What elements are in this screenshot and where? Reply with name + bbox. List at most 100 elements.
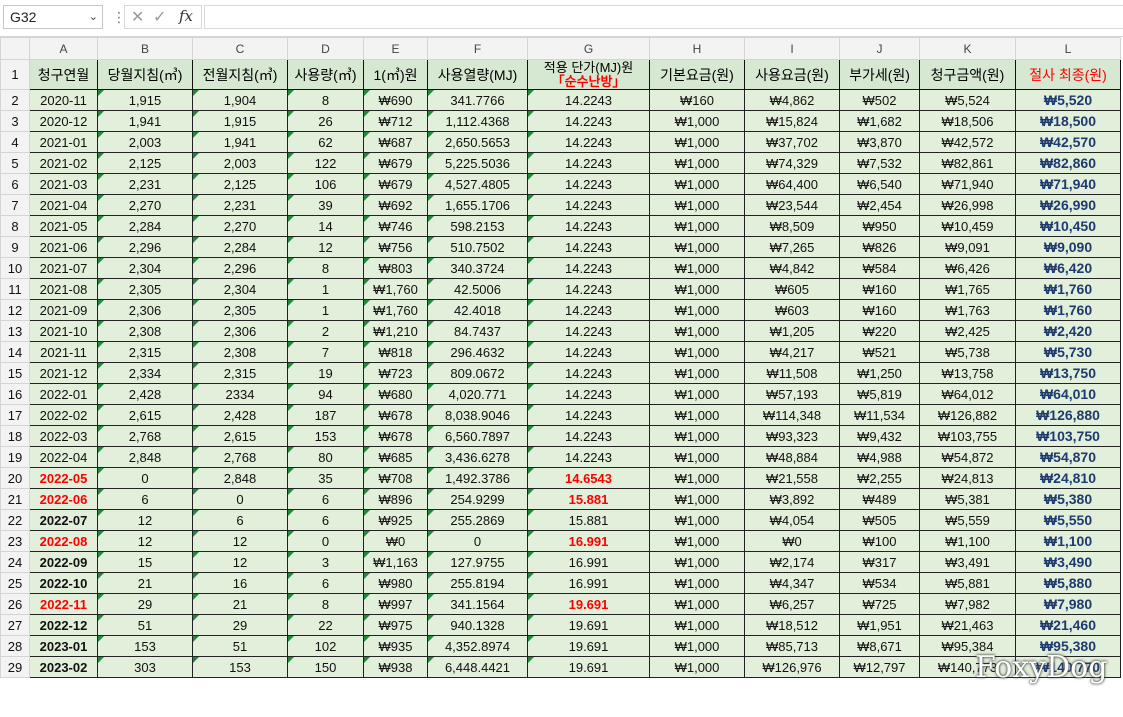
cell-e[interactable]: ₩896	[363, 488, 428, 510]
cell-c[interactable]: 2,003	[192, 152, 288, 174]
cell-e[interactable]: ₩818	[363, 341, 428, 363]
cell-j[interactable]: ₩584	[839, 257, 920, 279]
row-header[interactable]: 9	[0, 236, 30, 258]
cell-g[interactable]: 14.2243	[527, 194, 650, 216]
cell-a[interactable]: 2023-01	[29, 635, 98, 657]
cell-b[interactable]: 51	[97, 614, 193, 636]
cell-c[interactable]: 2,296	[192, 257, 288, 279]
cell-h[interactable]: ₩1,000	[649, 446, 745, 468]
cell-a[interactable]: 2021-12	[29, 362, 98, 384]
row-header[interactable]: 13	[0, 320, 30, 342]
cell-d[interactable]: 62	[287, 131, 364, 153]
cell-e[interactable]: ₩1,210	[363, 320, 428, 342]
cell-k[interactable]: ₩126,882	[919, 404, 1016, 426]
cell-f[interactable]: 2,650.5653	[427, 131, 528, 153]
cell-h[interactable]: ₩1,000	[649, 194, 745, 216]
cell-j[interactable]: ₩534	[839, 572, 920, 594]
cell-h[interactable]: ₩1,000	[649, 530, 745, 552]
cell-a[interactable]: 2022-07	[29, 509, 98, 531]
cell-j[interactable]: ₩9,432	[839, 425, 920, 447]
cell-k[interactable]: ₩5,881	[919, 572, 1016, 594]
cell-b[interactable]: 2,334	[97, 362, 193, 384]
cell-h[interactable]: ₩1,000	[649, 551, 745, 573]
cell-a[interactable]: 2022-06	[29, 488, 98, 510]
cell-g[interactable]: 15.881	[527, 509, 650, 531]
cell-b[interactable]: 2,231	[97, 173, 193, 195]
cell-h[interactable]: ₩1,000	[649, 131, 745, 153]
cell-c[interactable]: 153	[192, 656, 288, 678]
cell-f[interactable]: 42.4018	[427, 299, 528, 321]
select-all-corner[interactable]	[0, 37, 30, 60]
row-header[interactable]: 22	[0, 509, 30, 531]
cell-i[interactable]: ₩37,702	[744, 131, 840, 153]
header-cell-e[interactable]: 1(㎥)원	[363, 59, 428, 90]
cell-g[interactable]: 14.2243	[527, 236, 650, 258]
cell-d[interactable]: 6	[287, 572, 364, 594]
fx-icon[interactable]: fx	[179, 7, 193, 25]
cell-j[interactable]: ₩505	[839, 509, 920, 531]
cell-h[interactable]: ₩1,000	[649, 341, 745, 363]
cell-c[interactable]: 2,848	[192, 467, 288, 489]
cell-b[interactable]: 2,304	[97, 257, 193, 279]
cell-c[interactable]: 51	[192, 635, 288, 657]
cell-l[interactable]: ₩24,810	[1015, 467, 1121, 489]
row-header[interactable]: 3	[0, 110, 30, 132]
cell-b[interactable]: 2,125	[97, 152, 193, 174]
cell-e[interactable]: ₩687	[363, 131, 428, 153]
cell-a[interactable]: 2022-08	[29, 530, 98, 552]
cell-l[interactable]: ₩18,500	[1015, 110, 1121, 132]
row-header[interactable]: 4	[0, 131, 30, 153]
cell-d[interactable]: 187	[287, 404, 364, 426]
cell-h[interactable]: ₩1,000	[649, 278, 745, 300]
cell-i[interactable]: ₩21,558	[744, 467, 840, 489]
cell-j[interactable]: ₩12,797	[839, 656, 920, 678]
header-cell-h[interactable]: 기본요금(원)	[649, 59, 745, 90]
cell-a[interactable]: 2020-12	[29, 110, 98, 132]
cell-l[interactable]: ₩71,940	[1015, 173, 1121, 195]
cell-i[interactable]: ₩85,713	[744, 635, 840, 657]
cell-j[interactable]: ₩8,671	[839, 635, 920, 657]
header-cell-k[interactable]: 청구금액(원)	[919, 59, 1016, 90]
cell-d[interactable]: 3	[287, 551, 364, 573]
cell-a[interactable]: 2021-07	[29, 257, 98, 279]
cell-j[interactable]: ₩160	[839, 299, 920, 321]
cell-c[interactable]: 16	[192, 572, 288, 594]
column-header-j[interactable]: J	[839, 37, 920, 60]
cell-h[interactable]: ₩1,000	[649, 488, 745, 510]
cell-h[interactable]: ₩1,000	[649, 152, 745, 174]
cell-c[interactable]: 2,284	[192, 236, 288, 258]
cell-g[interactable]: 14.2243	[527, 278, 650, 300]
cell-d[interactable]: 39	[287, 194, 364, 216]
column-header-g[interactable]: G	[527, 37, 650, 60]
cell-d[interactable]: 0	[287, 530, 364, 552]
cell-l[interactable]: ₩6,420	[1015, 257, 1121, 279]
cell-e[interactable]: ₩679	[363, 173, 428, 195]
cell-d[interactable]: 2	[287, 320, 364, 342]
cell-i[interactable]: ₩0	[744, 530, 840, 552]
cell-j[interactable]: ₩6,540	[839, 173, 920, 195]
cell-i[interactable]: ₩4,217	[744, 341, 840, 363]
cell-d[interactable]: 106	[287, 173, 364, 195]
cell-l[interactable]: ₩103,750	[1015, 425, 1121, 447]
cell-d[interactable]: 1	[287, 278, 364, 300]
cell-e[interactable]: ₩679	[363, 152, 428, 174]
cell-g[interactable]: 14.2243	[527, 152, 650, 174]
cell-d[interactable]: 35	[287, 467, 364, 489]
cell-c[interactable]: 2,315	[192, 362, 288, 384]
cell-g[interactable]: 14.2243	[527, 257, 650, 279]
cell-c[interactable]: 12	[192, 530, 288, 552]
cell-c[interactable]: 21	[192, 593, 288, 615]
row-header[interactable]: 15	[0, 362, 30, 384]
cell-d[interactable]: 8	[287, 257, 364, 279]
cell-c[interactable]: 2,428	[192, 404, 288, 426]
cell-h[interactable]: ₩1,000	[649, 236, 745, 258]
cell-k[interactable]: ₩5,381	[919, 488, 1016, 510]
cell-j[interactable]: ₩1,250	[839, 362, 920, 384]
cell-c[interactable]: 2,768	[192, 446, 288, 468]
cell-b[interactable]: 15	[97, 551, 193, 573]
cell-j[interactable]: ₩1,951	[839, 614, 920, 636]
cell-g[interactable]: 14.2243	[527, 320, 650, 342]
header-cell-c[interactable]: 전월지침(㎥)	[192, 59, 288, 90]
cell-d[interactable]: 26	[287, 110, 364, 132]
row-header[interactable]: 10	[0, 257, 30, 279]
